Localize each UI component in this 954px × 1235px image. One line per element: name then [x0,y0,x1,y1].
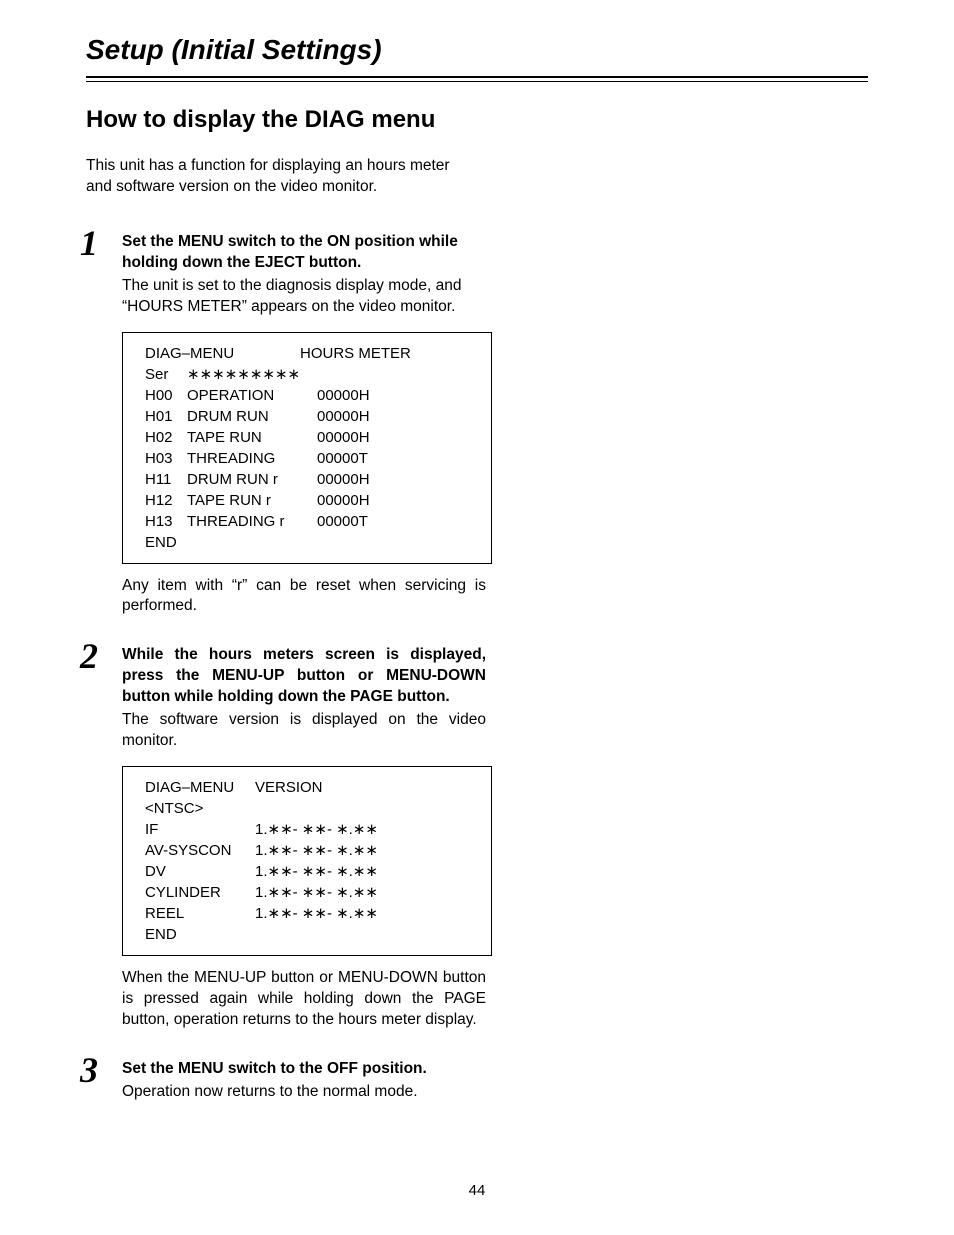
step-2: 2 While the hours meters screen is displ… [86,645,486,1030]
version-header-left: DIAG–MENU [145,777,255,798]
table-row: H02 TAPE RUN 00000H [145,427,370,448]
step-3: 3 Set the MENU switch to the OFF positio… [86,1059,486,1103]
step-2-heading: While the hours meters screen is display… [122,645,486,708]
table-row: DIAG–MENU VERSION [145,777,378,798]
hours-meter-screen: DIAG–MENU HOURS METER Ser ∗∗∗∗∗∗∗∗∗ H00 … [122,332,492,564]
step-2-body: The software version is displayed on the… [122,710,486,752]
page: Setup (Initial Settings) How to display … [0,0,954,1235]
table-row: <NTSC> [145,798,378,819]
version-sub: <NTSC> [145,798,255,819]
step-number-1: 1 [80,222,98,264]
step-number-3: 3 [80,1049,98,1091]
hours-end: END [145,532,187,553]
page-title: Setup (Initial Settings) [86,34,868,66]
step-2-note: When the MENU-UP button or MENU-DOWN but… [122,968,486,1031]
ser-label: Ser [145,364,187,385]
table-row: AV-SYSCON 1.∗∗- ∗∗- ∗.∗∗ [145,840,378,861]
step-3-heading: Set the MENU switch to the OFF position. [122,1059,486,1080]
table-row: REEL 1.∗∗- ∗∗- ∗.∗∗ [145,903,378,924]
rule-thick [86,76,868,78]
hours-header-right: HOURS METER [300,343,411,364]
step-3-body: Operation now returns to the normal mode… [122,1082,486,1103]
table-row: DV 1.∗∗- ∗∗- ∗.∗∗ [145,861,378,882]
section-title: How to display the DIAG menu [86,106,868,134]
table-row: END [145,924,378,945]
table-row: H00 OPERATION 00000H [145,385,370,406]
version-table: DIAG–MENU VERSION <NTSC> IF 1.∗∗- ∗∗- ∗.… [145,777,378,945]
hours-header-left: DIAG–MENU [145,343,300,364]
version-header-right: VERSION [255,777,378,798]
table-row: H13 THREADING r 00000T [145,511,370,532]
steps-column: 1 Set the MENU switch to the ON position… [86,232,486,1103]
table-row: END [145,532,370,553]
table-row: H01 DRUM RUN 00000H [145,406,370,427]
step-1: 1 Set the MENU switch to the ON position… [86,232,486,618]
table-row: H03 THREADING 00000T [145,448,370,469]
step-1-body: The unit is set to the diagnosis display… [122,276,486,318]
rule-thin [86,81,868,82]
intro-text: This unit has a function for displaying … [86,156,466,198]
table-row: CYLINDER 1.∗∗- ∗∗- ∗.∗∗ [145,882,378,903]
hours-table: Ser ∗∗∗∗∗∗∗∗∗ H00 OPERATION 00000H H01 D… [145,364,370,553]
version-end: END [145,924,255,945]
table-row: Ser ∗∗∗∗∗∗∗∗∗ [145,364,370,385]
step-1-note: Any item with “r” can be reset when serv… [122,576,486,618]
table-row: IF 1.∗∗- ∗∗- ∗.∗∗ [145,819,378,840]
step-1-heading: Set the MENU switch to the ON position w… [122,232,486,274]
page-number: 44 [0,1182,954,1199]
version-screen: DIAG–MENU VERSION <NTSC> IF 1.∗∗- ∗∗- ∗.… [122,766,492,956]
table-row: H11 DRUM RUN r 00000H [145,469,370,490]
step-number-2: 2 [80,635,98,677]
ser-value: ∗∗∗∗∗∗∗∗∗ [187,364,317,385]
table-row: H12 TAPE RUN r 00000H [145,490,370,511]
